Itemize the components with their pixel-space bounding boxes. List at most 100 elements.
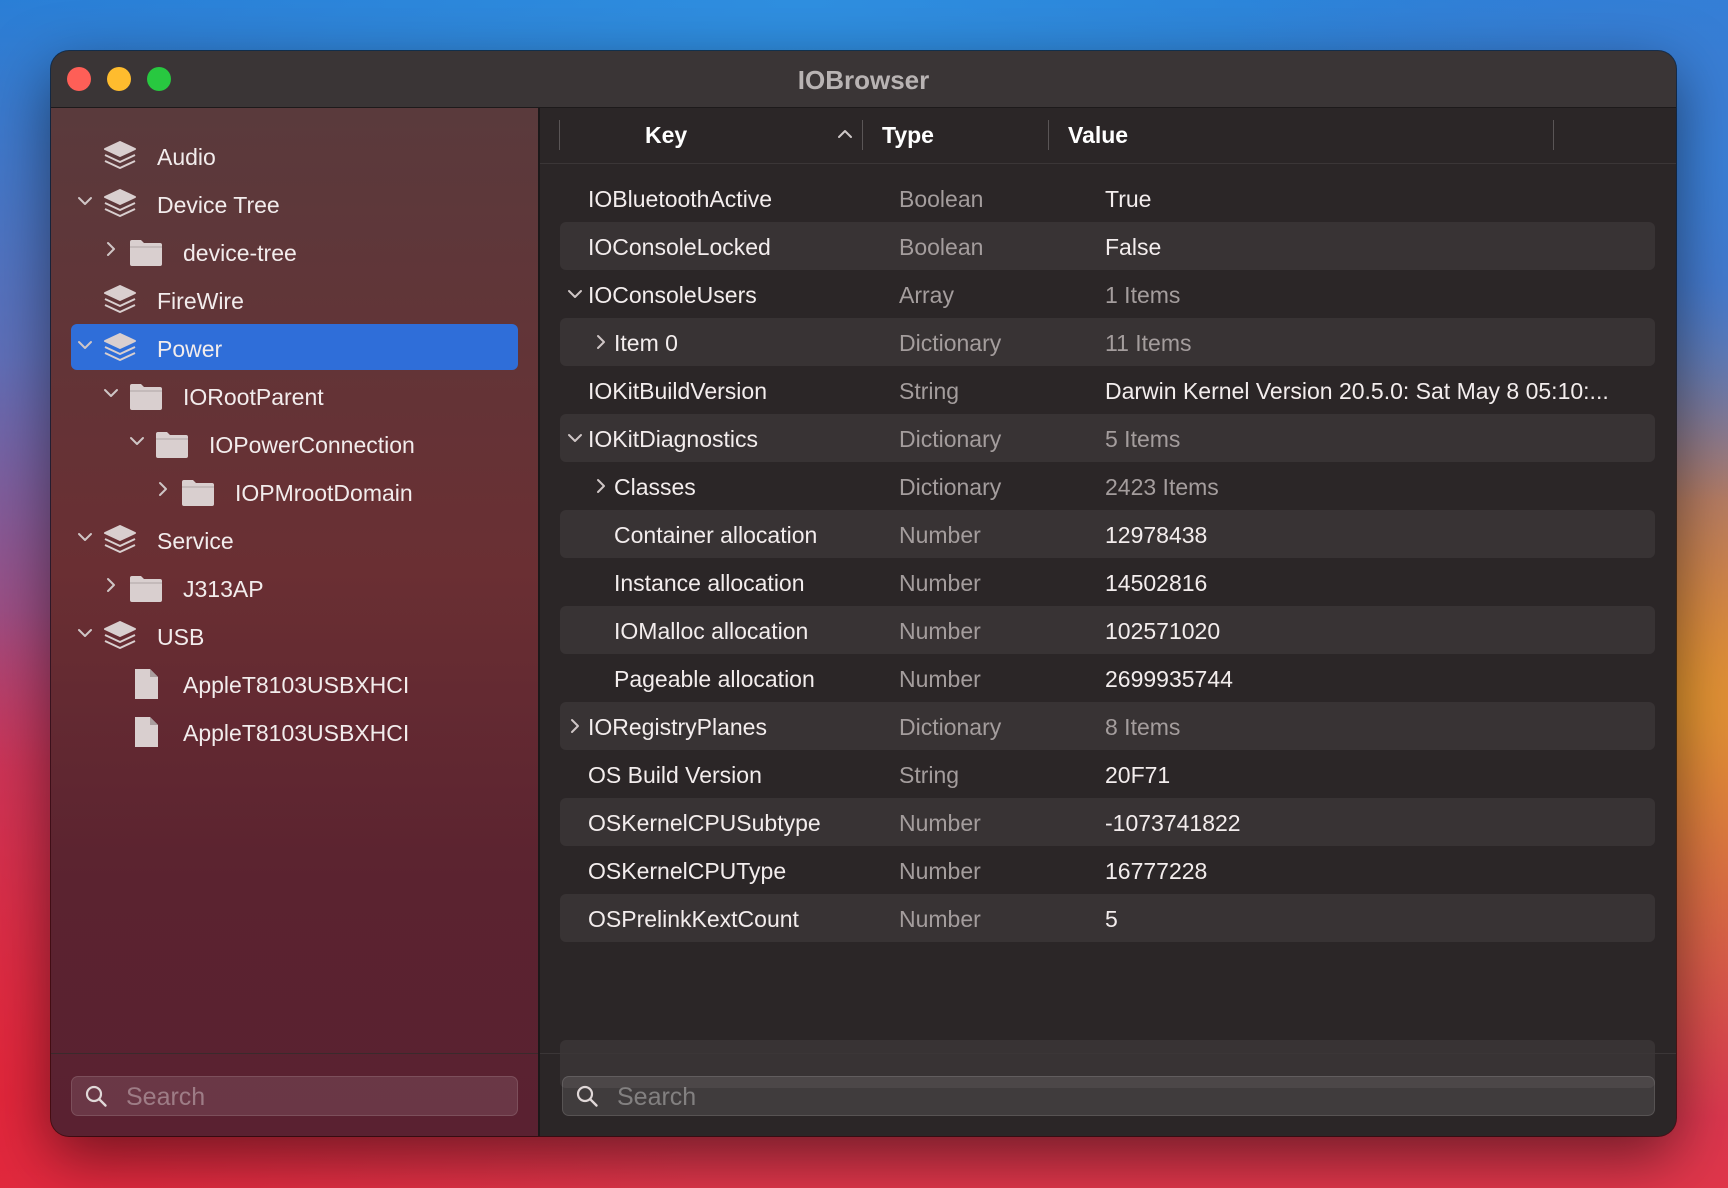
table-row[interactable]: OS Build Version String 20F71: [560, 750, 1655, 798]
selection-highlight: [71, 324, 518, 370]
column-header-key[interactable]: Key: [645, 122, 687, 149]
key-cell: Instance allocation: [614, 570, 805, 596]
chevron-right-icon[interactable]: [101, 239, 121, 259]
column-separator[interactable]: [1048, 120, 1049, 150]
value-cell: 2423 Items: [1105, 474, 1219, 500]
chevron-down-icon[interactable]: [565, 428, 583, 448]
type-cell: Number: [899, 810, 981, 836]
stack-icon: [102, 282, 138, 318]
chevron-down-icon[interactable]: [75, 623, 95, 643]
table-row[interactable]: IOKitDiagnostics Dictionary 5 Items: [560, 414, 1655, 462]
sidebar-item-power[interactable]: Power: [51, 324, 538, 372]
key-cell: Item 0: [614, 330, 678, 356]
folder-icon: [128, 570, 164, 606]
table-row[interactable]: Classes Dictionary 2423 Items: [560, 462, 1655, 510]
divider: [51, 1053, 538, 1054]
search-icon: [576, 1085, 598, 1107]
document-icon: [128, 666, 164, 702]
chevron-down-icon[interactable]: [127, 431, 147, 451]
document-icon: [128, 714, 164, 750]
sidebar-item-audio[interactable]: Audio: [51, 132, 538, 180]
chevron-down-icon[interactable]: [565, 284, 583, 304]
table-row[interactable]: OSKernelCPUType Number 16777228: [560, 846, 1655, 894]
chevron-right-icon[interactable]: [591, 476, 609, 496]
value-cell: 20F71: [1105, 762, 1171, 788]
chevron-right-icon[interactable]: [565, 716, 583, 736]
sidebar-item-j313ap[interactable]: J313AP: [51, 564, 538, 612]
value-cell: False: [1105, 234, 1162, 260]
type-cell: Boolean: [899, 234, 984, 260]
sidebar-item-applet8103usbxhci[interactable]: AppleT8103USBXHCI: [51, 708, 538, 756]
window-title: IOBrowser: [797, 65, 930, 95]
value-cell: -1073741822: [1105, 810, 1241, 836]
sidebar-item-applet8103usbxhci[interactable]: AppleT8103USBXHCI: [51, 660, 538, 708]
chevron-down-icon[interactable]: [75, 191, 95, 211]
value-cell: 14502816: [1105, 570, 1208, 596]
type-cell: Number: [899, 858, 981, 884]
table-header: Key Type Value: [540, 108, 1676, 164]
key-cell: OSPrelinkKextCount: [588, 906, 799, 932]
folder-icon: [154, 426, 190, 462]
sidebar-item-usb[interactable]: USB: [51, 612, 538, 660]
sidebar-item-iorootparent[interactable]: IORootParent: [51, 372, 538, 420]
properties-pane: Key Type Value IOBluetoothActive Boolean T…: [540, 108, 1676, 1136]
chevron-down-icon[interactable]: [75, 527, 95, 547]
type-cell: Dictionary: [899, 426, 1002, 452]
stack-icon: [102, 138, 138, 174]
chevron-down-icon[interactable]: [75, 335, 95, 355]
sidebar-item-device-tree[interactable]: Device Tree: [51, 180, 538, 228]
table-row[interactable]: Container allocation Number 12978438: [560, 510, 1655, 558]
sidebar-item-label: Service: [157, 528, 234, 554]
sidebar-item-firewire[interactable]: FireWire: [51, 276, 538, 324]
type-cell: Dictionary: [899, 330, 1002, 356]
key-cell: IORegistryPlanes: [588, 714, 767, 740]
value-cell: True: [1105, 186, 1152, 212]
type-cell: Number: [899, 570, 981, 596]
chevron-right-icon[interactable]: [153, 479, 173, 499]
table-row[interactable]: IORegistryPlanes Dictionary 8 Items: [560, 702, 1655, 750]
chevron-right-icon[interactable]: [101, 575, 121, 595]
key-cell: Pageable allocation: [614, 666, 815, 692]
stack-icon: [102, 522, 138, 558]
table-row[interactable]: Instance allocation Number 14502816: [560, 558, 1655, 606]
type-cell: Number: [899, 666, 981, 692]
table-row[interactable]: IOConsoleUsers Array 1 Items: [560, 270, 1655, 318]
table-row[interactable]: IOMalloc allocation Number 102571020: [560, 606, 1655, 654]
column-separator[interactable]: [862, 120, 863, 150]
table-row[interactable]: IOKitBuildVersion String Darwin Kernel Ver…: [560, 366, 1655, 414]
sidebar-item-device-tree[interactable]: device-tree: [51, 228, 538, 276]
chevron-right-icon[interactable]: [591, 332, 609, 352]
table-row[interactable]: Item 0 Dictionary 11 Items: [560, 318, 1655, 366]
key-cell: OSKernelCPUSubtype: [588, 810, 821, 836]
sort-ascending-icon[interactable]: [836, 125, 854, 143]
divider: [540, 1053, 1676, 1054]
table-row[interactable]: OSKernelCPUSubtype Number -1073741822: [560, 798, 1655, 846]
value-cell: Darwin Kernel Version 20.5.0: Sat May 8 …: [1105, 378, 1609, 404]
table-row[interactable]: OSPrelinkKextCount Number 5: [560, 894, 1655, 942]
properties-search-field[interactable]: Search: [562, 1076, 1655, 1116]
key-cell: IOKitBuildVersion: [588, 378, 767, 404]
value-cell: 1 Items: [1105, 282, 1181, 308]
properties-table: IOBluetoothActive Boolean True IOConsoleLoc…: [560, 174, 1655, 942]
type-cell: Array: [899, 282, 954, 308]
folder-icon: [128, 234, 164, 270]
sidebar-item-iopowerconnection[interactable]: IOPowerConnection: [51, 420, 538, 468]
column-header-type[interactable]: Type: [882, 122, 934, 149]
key-cell: IOConsoleLocked: [588, 234, 771, 260]
sidebar-item-iopmrootdomain[interactable]: IOPMrootDomain: [51, 468, 538, 516]
sidebar-item-service[interactable]: Service: [51, 516, 538, 564]
column-separator[interactable]: [1553, 120, 1554, 150]
sidebar-item-label: IOPowerConnection: [209, 432, 415, 458]
sidebar-item-label: Power: [157, 336, 223, 362]
column-header-value[interactable]: Value: [1068, 122, 1128, 149]
sidebar-search-field[interactable]: Search: [71, 1076, 518, 1116]
table-row[interactable]: IOConsoleLocked Boolean False: [560, 222, 1655, 270]
stack-icon: [102, 330, 138, 366]
key-cell: OSKernelCPUType: [588, 858, 787, 884]
title-bar[interactable]: IOBrowser: [51, 51, 1676, 108]
chevron-down-icon[interactable]: [101, 383, 121, 403]
table-row[interactable]: Pageable allocation Number 2699935744: [560, 654, 1655, 702]
value-cell: 5 Items: [1105, 426, 1181, 452]
table-row[interactable]: IOBluetoothActive Boolean True: [560, 174, 1655, 222]
key-cell: OS Build Version: [588, 762, 762, 788]
